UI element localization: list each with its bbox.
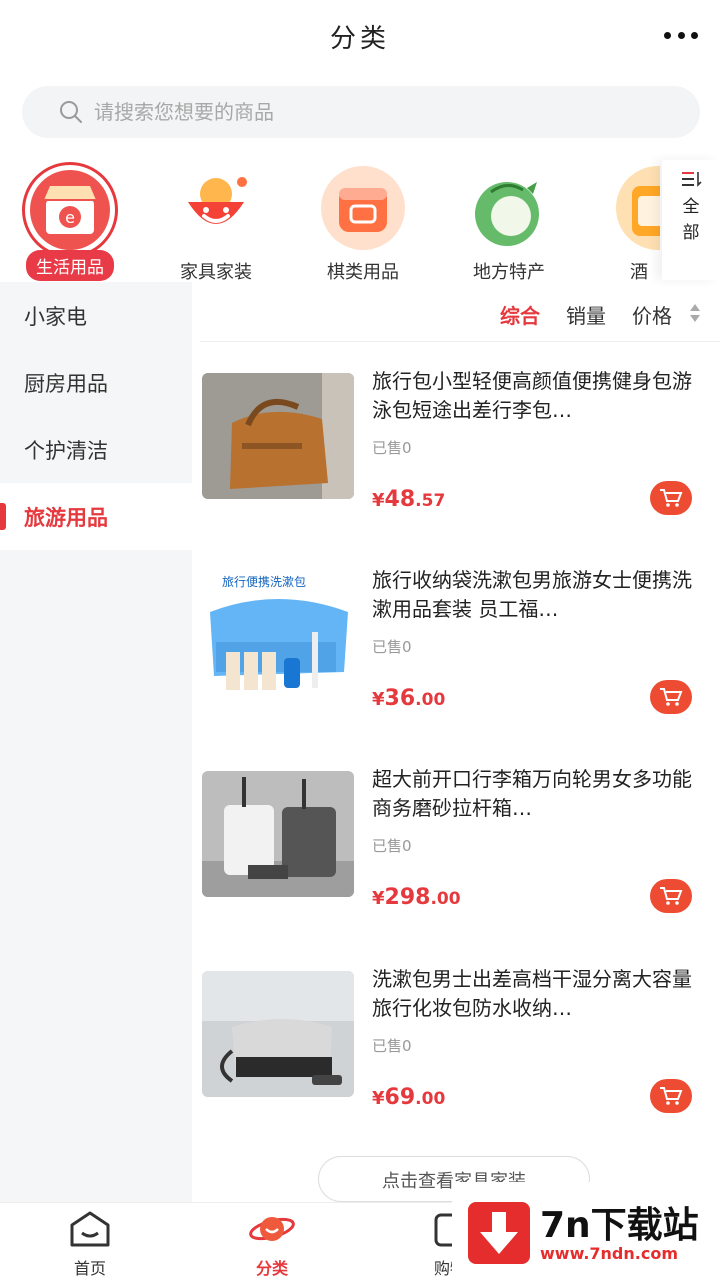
cart-icon [660,1087,683,1105]
sidebar-item-travel[interactable]: 旅游用品 [0,483,192,550]
category-label: 酒 [630,262,648,283]
category-label: 家具家装 [180,262,252,283]
download-icon [468,1202,530,1264]
sidebar: 小家电 厨房用品 个护清洁 旅游用品 [0,282,192,1202]
product-sold: 已售0 [372,837,412,855]
category-item-daily[interactable]: e 生活用品 [5,160,135,281]
sort-bar: 综合 销量 价格 [200,282,720,342]
product-title: 洗漱包男士出差高档干湿分离大容量旅行化妆包防水收纳… [372,967,692,1020]
cart-icon [660,688,683,706]
sidebar-item-personal-care[interactable]: 个护清洁 [0,416,192,483]
planet-icon [249,1217,295,1241]
category-item-local[interactable]: 地方特产 [444,160,574,284]
more-dots-icon[interactable] [664,32,698,42]
tab-label: 分类 [255,1259,288,1278]
product-item[interactable]: 洗漱包男士出差高档干湿分离大容量旅行化妆包防水收纳… 已售0 ¥69.00 [200,967,710,1161]
watermark-url: www.7ndn.com [540,1244,678,1263]
product-price: ¥69.00 [372,1085,446,1110]
home-icon [70,1211,110,1247]
add-to-cart-button[interactable] [650,1079,692,1113]
all-categories-label: 全部 [682,197,700,243]
product-sold: 已售0 [372,439,412,457]
cart-icon [660,887,683,905]
sort-arrows-icon [690,304,700,322]
tab-label: 首页 [73,1259,106,1278]
add-to-cart-button[interactable] [650,879,692,913]
add-to-cart-button[interactable] [650,481,692,515]
product-image[interactable] [202,771,354,897]
search-bar[interactable] [22,86,700,138]
shop-icon: e [30,170,110,250]
add-to-cart-button[interactable] [650,680,692,714]
sort-sales[interactable]: 销量 [566,300,606,329]
tab-home[interactable]: 首页 [30,1209,150,1279]
sort-list-icon [682,172,702,187]
sidebar-item-kitchen[interactable]: 厨房用品 [0,349,192,416]
sort-price[interactable]: 价格 [632,300,672,329]
product-title: 旅行包小型轻便高颜值便携健身包游泳包短途出差行李包… [372,369,692,422]
product-item[interactable]: 旅行便携洗漱包 旅行收纳袋洗漱包男旅游女士便携洗漱用品套装 员工福… 已售0 ¥… [200,568,710,762]
wine-icon [616,166,660,250]
product-title: 旅行收纳袋洗漱包男旅游女士便携洗漱用品套装 员工福… [372,568,692,621]
product-price: ¥298.00 [372,885,461,910]
header: 分类 [0,0,720,72]
watermark-title: 7n下载站 [540,1205,699,1246]
product-item[interactable]: 超大前开口行李箱万向轮男女多功能商务磨砂拉杆箱… 已售0 ¥298.00 [200,767,710,961]
svg-text:旅行便携洗漱包: 旅行便携洗漱包 [222,574,306,589]
coconut-icon [467,166,551,250]
product-image[interactable]: 旅行便携洗漱包 [202,572,354,698]
bowl-icon [174,166,258,250]
category-label: 棋类用品 [327,262,399,283]
category-item-chess[interactable]: 棋类用品 [298,160,428,284]
tab-category[interactable]: 分类 [212,1209,332,1279]
all-categories-button[interactable]: 全部 [662,160,720,280]
product-title: 超大前开口行李箱万向轮男女多功能商务磨砂拉杆箱… [372,767,692,820]
watermark: 7n下载站 www.7ndn.com [452,1182,720,1280]
sort-comprehensive[interactable]: 综合 [500,300,540,329]
search-input[interactable] [94,100,654,124]
product-image[interactable] [202,373,354,499]
page-title: 分类 [329,24,390,54]
category-item-furniture[interactable]: 家具家装 [151,160,281,284]
svg-text:e: e [65,208,75,227]
sidebar-item-small-appliance[interactable]: 小家电 [0,282,192,349]
product-sold: 已售0 [372,1037,412,1055]
category-strip: e 生活用品 家具家装 棋类用品 地方特产 酒 [0,160,720,284]
cart-icon [660,489,683,507]
category-label: 生活用品 [26,250,114,281]
box-icon [321,166,405,250]
product-image[interactable] [202,971,354,1097]
product-price: ¥36.00 [372,686,446,711]
category-label: 地方特产 [473,262,545,283]
product-sold: 已售0 [372,638,412,656]
product-item[interactable]: 旅行包小型轻便高颜值便携健身包游泳包短途出差行李包… 已售0 ¥48.57 [200,369,710,563]
category-item-wine[interactable]: 酒 [590,160,660,284]
product-price: ¥48.57 [372,487,446,512]
search-icon [60,101,82,123]
